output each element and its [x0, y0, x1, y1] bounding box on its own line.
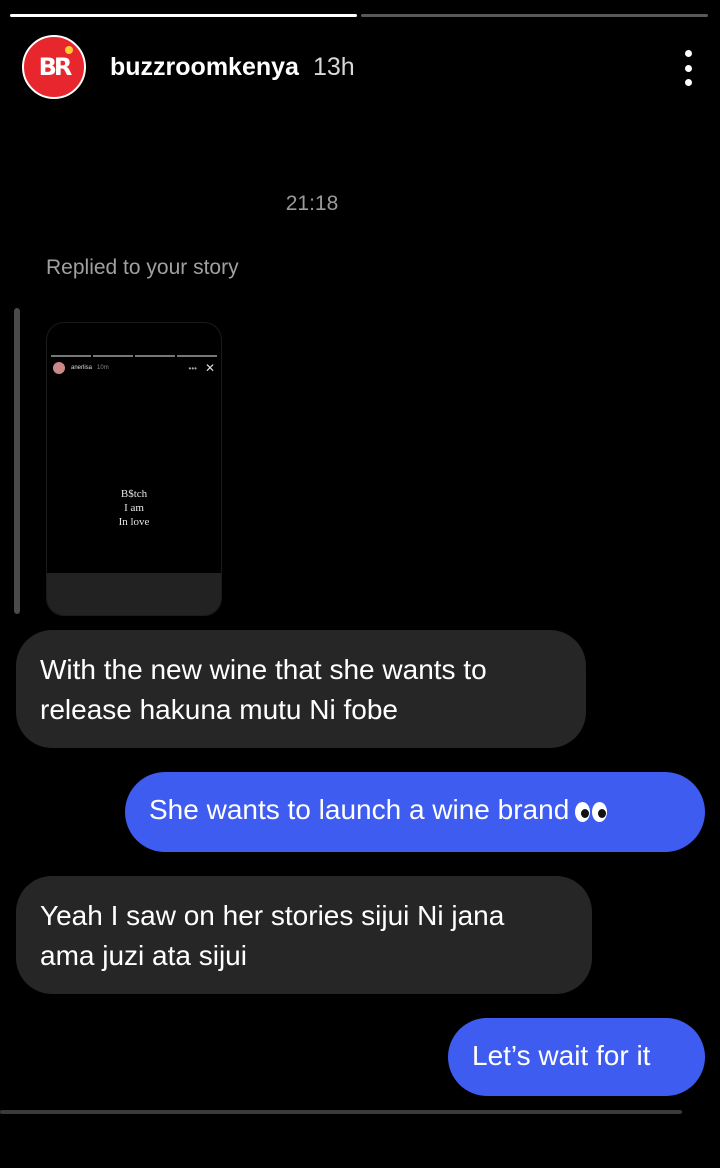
message-bubble-outgoing[interactable]: She wants to launch a wine brand [125, 772, 705, 852]
message-text: release hakuna mutu Ni fobe [40, 694, 398, 725]
thumb-footer [47, 573, 221, 615]
avatar[interactable]: BR [22, 35, 86, 99]
eyes-emoji-icon [575, 801, 608, 822]
reply-indicator-bar [14, 308, 20, 614]
thumb-text-line: I am [124, 502, 144, 514]
thumb-avatar [53, 362, 65, 374]
post-time: 13h [312, 52, 355, 81]
thumb-time: 10m [97, 365, 109, 371]
message-text: With the new wine that she wants to [40, 654, 487, 685]
thumb-progress-bar [51, 355, 217, 357]
message-bubble-incoming[interactable]: With the new wine that she wants to rele… [16, 630, 586, 748]
chat-timestamp: 21:18 [285, 192, 339, 215]
story-header: BR buzzroomkenya 13h [22, 34, 700, 100]
message-text: She wants to launch a wine brand [149, 794, 570, 825]
message-text: Let’s wait for it [472, 1040, 651, 1071]
replied-to-story-label: Replied to your story [46, 256, 239, 279]
progress-segment [10, 14, 357, 17]
username[interactable]: buzzroomkenya [110, 53, 299, 82]
progress-segment [361, 14, 708, 17]
thumb-more-icon: ••• [188, 363, 197, 373]
thumb-username: anerlisa [71, 365, 93, 371]
story-preview-thumbnail[interactable]: anerlisa 10m ••• ✕ B$tch I am In love [46, 322, 222, 616]
story-progress-bar [10, 14, 708, 18]
brand-logo: BR [38, 53, 73, 81]
thumb-header: anerlisa 10m ••• ✕ [53, 361, 215, 375]
thumb-text-line: B$tch [120, 488, 148, 500]
more-options-icon[interactable] [676, 50, 700, 86]
logo-dot [65, 46, 73, 54]
thumb-close-icon: ✕ [204, 361, 215, 375]
message-bubble-incoming[interactable]: Yeah I saw on her stories sijui Ni jana … [16, 876, 592, 994]
bottom-divider [0, 1110, 682, 1114]
thumb-text-line: In love [118, 516, 150, 528]
message-text: ama juzi ata sijui [40, 940, 247, 971]
thumb-story-text: B$tch I am In love [47, 487, 221, 529]
message-bubble-outgoing[interactable]: Let’s wait for it [448, 1018, 705, 1096]
message-text: Yeah I saw on her stories sijui Ni jana [40, 900, 505, 931]
